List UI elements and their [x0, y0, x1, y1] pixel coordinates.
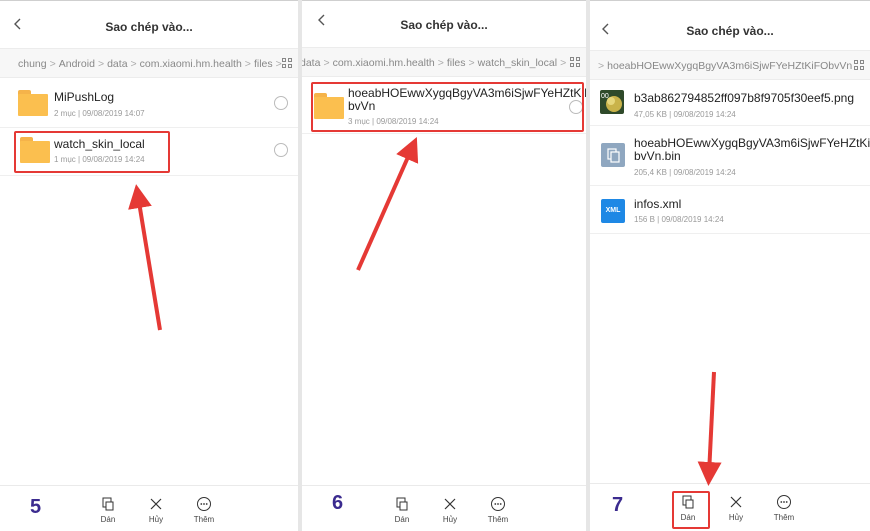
close-icon [444, 498, 456, 510]
paste-icon [102, 497, 114, 511]
bottom-toolbar: 6 Dán Hủy Thêm [302, 485, 586, 531]
cancel-label: Hủy [148, 515, 164, 524]
highlight-box [14, 131, 170, 173]
paste-button[interactable]: Dán [382, 496, 422, 524]
more-icon [777, 495, 791, 509]
cancel-button[interactable]: Hủy [430, 496, 470, 524]
page-title: Sao chép vào... [686, 24, 774, 38]
item-meta: 47,05 KB | 09/08/2019 14:24 [634, 110, 736, 119]
paste-icon [396, 497, 408, 511]
item-meta: 205,4 KB | 09/08/2019 14:24 [634, 168, 736, 177]
list-item[interactable]: XML infos.xml 156 B | 09/08/2019 14:24 [590, 186, 870, 234]
step-number: 6 [332, 492, 344, 514]
panel-step-7: Sao chép vào... > hoeabHOEwwXygqBgyVA3m6i… [590, 0, 870, 531]
breadcrumb: chung > Android > data > com.xiaomi.hm.health >… [0, 48, 298, 78]
breadcrumb-item[interactable]: data [107, 58, 127, 70]
more-button[interactable]: Thêm [764, 494, 804, 522]
list-item[interactable]: 00 b3ab862794852ff097b8f9705f30eef5.png … [590, 82, 870, 126]
more-label: Thêm [487, 515, 509, 524]
step-number: 5 [30, 496, 42, 518]
paste-button[interactable]: Dán [88, 496, 128, 524]
more-button[interactable]: Thêm [478, 496, 518, 524]
grid-view-icon[interactable] [854, 60, 864, 70]
breadcrumb: > hoeabHOEwwXygqBgyVA3m6iSjwFYeHZtKiFObvV… [590, 50, 870, 80]
page-title: Sao chép vào... [400, 18, 488, 32]
breadcrumb-item[interactable]: files [447, 57, 466, 69]
file-icon [601, 143, 625, 167]
more-icon [491, 497, 505, 511]
step-number: 7 [612, 494, 624, 516]
item-name: infos.xml [634, 197, 682, 211]
header: Sao chép vào... [0, 0, 298, 46]
breadcrumb: data > com.xiaomi.hm.health > files > watch_sk… [302, 47, 586, 77]
highlight-box [311, 82, 584, 132]
paste-label: Dán [100, 515, 116, 524]
more-icon [197, 497, 211, 511]
more-button[interactable]: Thêm [184, 496, 224, 524]
item-meta: 156 B | 09/08/2019 14:24 [634, 215, 724, 224]
cancel-label: Hủy [728, 513, 744, 522]
breadcrumb-item[interactable]: chung [18, 58, 47, 70]
item-name: b3ab862794852ff097b8f9705f30eef5.png [634, 91, 855, 105]
breadcrumb-item[interactable]: hoeabHOEwwXygqBgyVA3m6iSjwFYeHZtKiFObvVn [607, 60, 852, 72]
bottom-toolbar: 5 Dán Hủy Thêm [0, 485, 298, 531]
panel-step-6: Sao chép vào... data > com.xiaomi.hm.healt… [302, 0, 586, 531]
list-item[interactable]: hoeabHOEwwXygqBgyVA3m6iSjwFYeHZtKiFO bvVn… [590, 126, 870, 186]
cancel-label: Hủy [442, 515, 458, 524]
grid-view-icon[interactable] [570, 57, 580, 67]
breadcrumb-item[interactable]: com.xiaomi.hm.health [333, 57, 435, 69]
folder-icon [18, 90, 48, 116]
cancel-button[interactable]: Hủy [136, 496, 176, 524]
breadcrumb-item[interactable]: data [302, 57, 320, 69]
breadcrumb-item[interactable]: Android [59, 58, 95, 70]
select-radio[interactable] [274, 143, 288, 157]
select-radio[interactable] [274, 96, 288, 110]
grid-view-icon[interactable] [282, 58, 292, 68]
more-label: Thêm [193, 515, 215, 524]
breadcrumb-item[interactable]: com.xiaomi.hm.health [140, 58, 242, 70]
item-name: MiPushLog [54, 90, 115, 104]
list-item[interactable]: MiPushLog 2 mục | 09/08/2019 14:07 [0, 80, 298, 128]
panel-step-5: Sao chép vào... chung > Android > data > com.x… [0, 0, 298, 531]
close-icon [730, 496, 742, 508]
highlight-box [672, 491, 710, 529]
svg-text:00: 00 [601, 93, 609, 100]
cancel-button[interactable]: Hủy [716, 494, 756, 522]
header: Sao chép vào... [302, 0, 586, 46]
xml-file-icon: XML [601, 199, 625, 223]
breadcrumb-item[interactable]: watch_skin_local [478, 57, 557, 69]
close-icon [150, 498, 162, 510]
item-meta: 2 mục | 09/08/2019 14:07 [54, 109, 145, 118]
more-label: Thêm [773, 513, 795, 522]
item-name: hoeabHOEwwXygqBgyVA3m6iSjwFYeHZtKiFO bvVn… [634, 136, 870, 163]
page-title: Sao chép vào... [105, 20, 193, 34]
paste-label: Dán [394, 515, 410, 524]
image-thumbnail: 00 [600, 90, 624, 114]
breadcrumb-item[interactable]: files [254, 58, 273, 70]
header: Sao chép vào... [590, 0, 870, 46]
bottom-toolbar: 7 Dán Hủy Thêm [590, 483, 870, 531]
